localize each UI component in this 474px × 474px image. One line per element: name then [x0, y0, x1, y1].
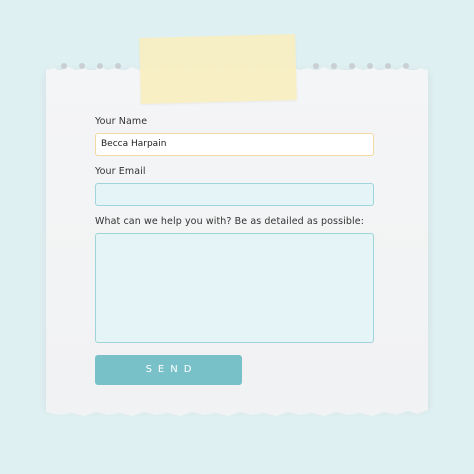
email-label: Your Email [95, 166, 146, 177]
name-label: Your Name [95, 116, 148, 127]
torn-bottom-edge [46, 402, 428, 416]
email-field[interactable] [95, 183, 374, 206]
tape-strip [139, 33, 297, 105]
name-field[interactable]: Becca Harpain [95, 133, 374, 156]
contact-form: Your Name Becca Harpain Your Email What … [95, 116, 375, 385]
message-label: What can we help you with? Be as detaile… [95, 216, 365, 227]
send-button[interactable]: SEND [95, 355, 242, 385]
notebook-paper-card: Your Name Becca Harpain Your Email What … [46, 63, 428, 416]
message-textarea[interactable] [95, 233, 374, 343]
